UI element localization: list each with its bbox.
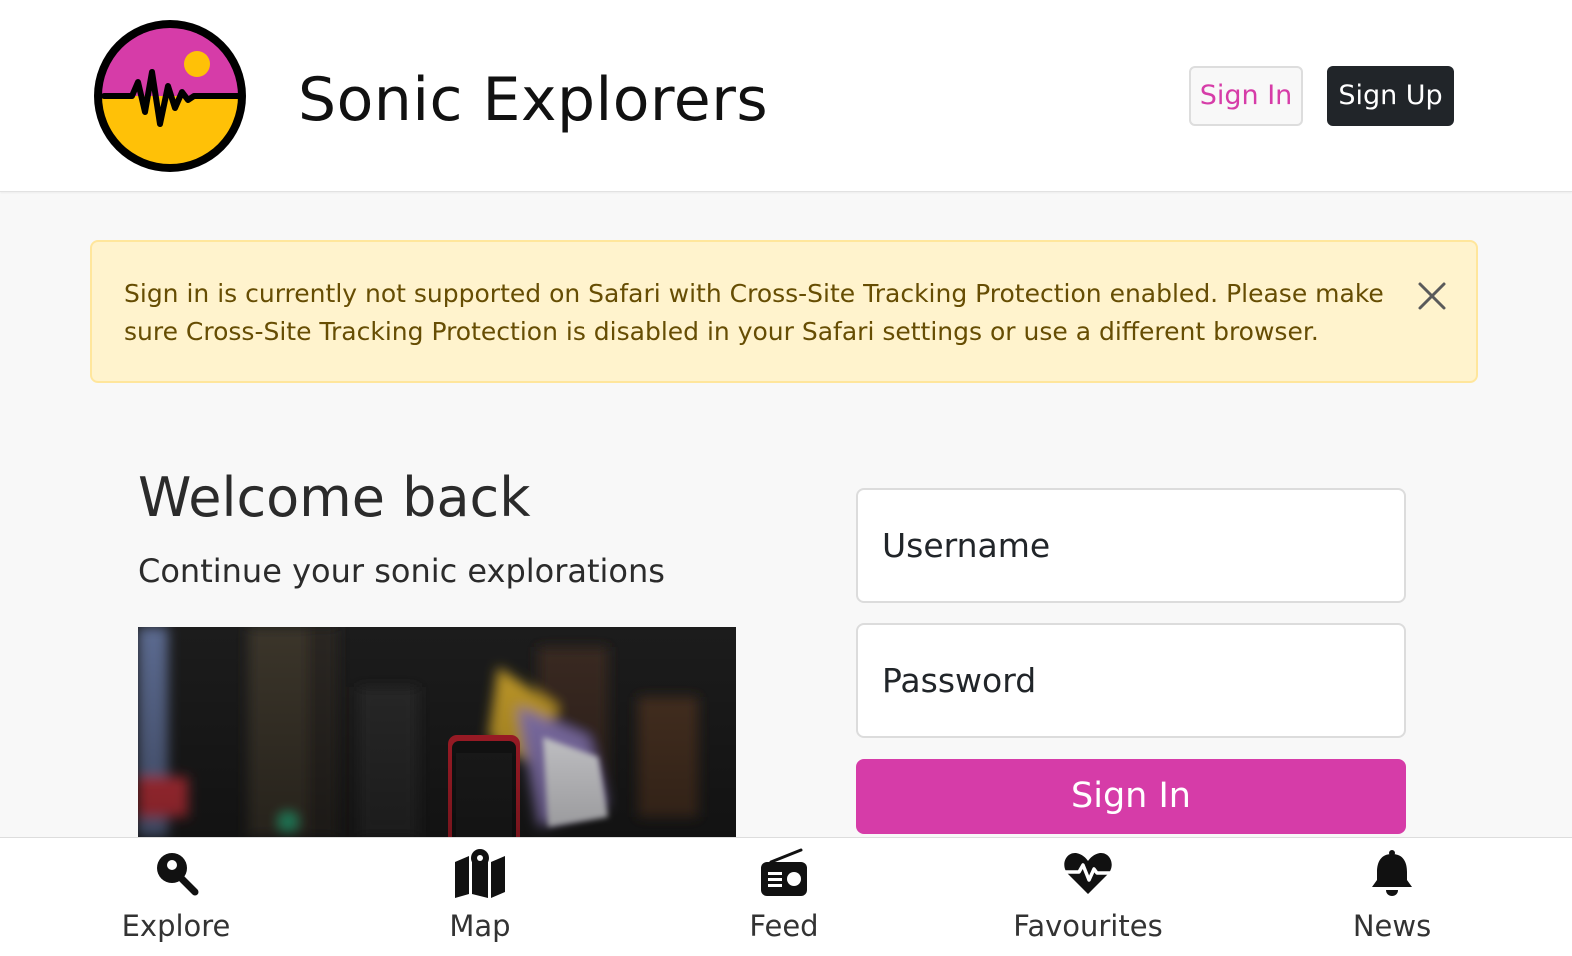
radio-icon xyxy=(759,848,809,898)
logo-icon xyxy=(94,20,246,172)
safari-warning-alert: Sign in is currently not supported on Sa… xyxy=(90,240,1478,383)
bell-icon xyxy=(1367,848,1417,898)
top-header: Sonic Explorers Sign In Sign Up xyxy=(0,0,1572,192)
sonic-explorers-logo[interactable] xyxy=(90,16,250,176)
header-sign-up-button[interactable]: Sign Up xyxy=(1327,66,1454,126)
brand-title[interactable]: Sonic Explorers xyxy=(298,64,768,136)
nav-item-feed[interactable]: Feed xyxy=(674,838,894,956)
nav-label-explore: Explore xyxy=(121,909,231,943)
map-pin-search-icon xyxy=(151,848,201,898)
nav-label-favourites: Favourites xyxy=(1013,909,1163,943)
map-icon xyxy=(455,848,505,898)
heart-pulse-icon xyxy=(1063,848,1113,898)
alert-message: Sign in is currently not supported on Sa… xyxy=(124,279,1384,346)
nav-item-news[interactable]: News xyxy=(1282,838,1502,956)
nav-item-explore[interactable]: Explore xyxy=(66,838,286,956)
welcome-title: Welcome back xyxy=(138,466,531,529)
password-input[interactable] xyxy=(856,623,1406,738)
header-sign-in-button[interactable]: Sign In xyxy=(1189,66,1303,126)
nav-label-feed: Feed xyxy=(749,909,819,943)
bottom-nav: Explore Map Feed Favourites News xyxy=(0,837,1572,956)
hero-photo xyxy=(138,627,736,837)
nav-item-map[interactable]: Map xyxy=(370,838,590,956)
welcome-subtitle: Continue your sonic explorations xyxy=(138,552,665,590)
sign-in-button[interactable]: Sign In xyxy=(856,759,1406,834)
username-input[interactable] xyxy=(856,488,1406,603)
close-icon[interactable] xyxy=(1416,280,1448,312)
nav-label-news: News xyxy=(1352,909,1432,943)
nav-label-map: Map xyxy=(449,909,511,943)
nav-item-favourites[interactable]: Favourites xyxy=(978,838,1198,956)
